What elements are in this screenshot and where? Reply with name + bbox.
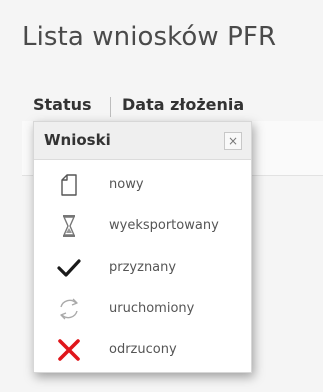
- hourglass-icon: [56, 213, 82, 239]
- legend-label: wyeksportowany: [109, 218, 219, 233]
- legend-item-wyeksportowany: wyeksportowany: [34, 213, 251, 253]
- page-title: Lista wniosków PFR: [22, 22, 277, 52]
- legend-label: nowy: [109, 177, 144, 192]
- cross-icon: [56, 337, 82, 363]
- column-header-status[interactable]: Status: [33, 95, 92, 114]
- legend-item-przyznany: przyznany: [34, 255, 251, 295]
- checkmark-icon: [56, 255, 82, 281]
- column-divider: [110, 97, 111, 117]
- legend-label: uruchomiony: [109, 301, 195, 316]
- refresh-icon: [56, 296, 82, 322]
- close-button[interactable]: ×: [224, 132, 242, 150]
- popover-title: Wnioski: [44, 131, 111, 149]
- status-legend-popover: Wnioski × nowy wyeksportowany przyznany …: [33, 121, 252, 373]
- legend-item-nowy: nowy: [34, 172, 251, 212]
- legend-item-odrzucony: odrzucony: [34, 337, 251, 377]
- popover-header: Wnioski ×: [34, 122, 251, 160]
- table-header: Status Data złożenia: [0, 95, 323, 121]
- legend-item-uruchomiony: uruchomiony: [34, 296, 251, 336]
- new-document-icon: [56, 172, 82, 198]
- legend-label: odrzucony: [109, 342, 177, 357]
- column-header-date[interactable]: Data złożenia: [122, 95, 244, 114]
- legend-label: przyznany: [109, 260, 177, 275]
- page: Lista wniosków PFR Status Data złożenia …: [0, 0, 323, 392]
